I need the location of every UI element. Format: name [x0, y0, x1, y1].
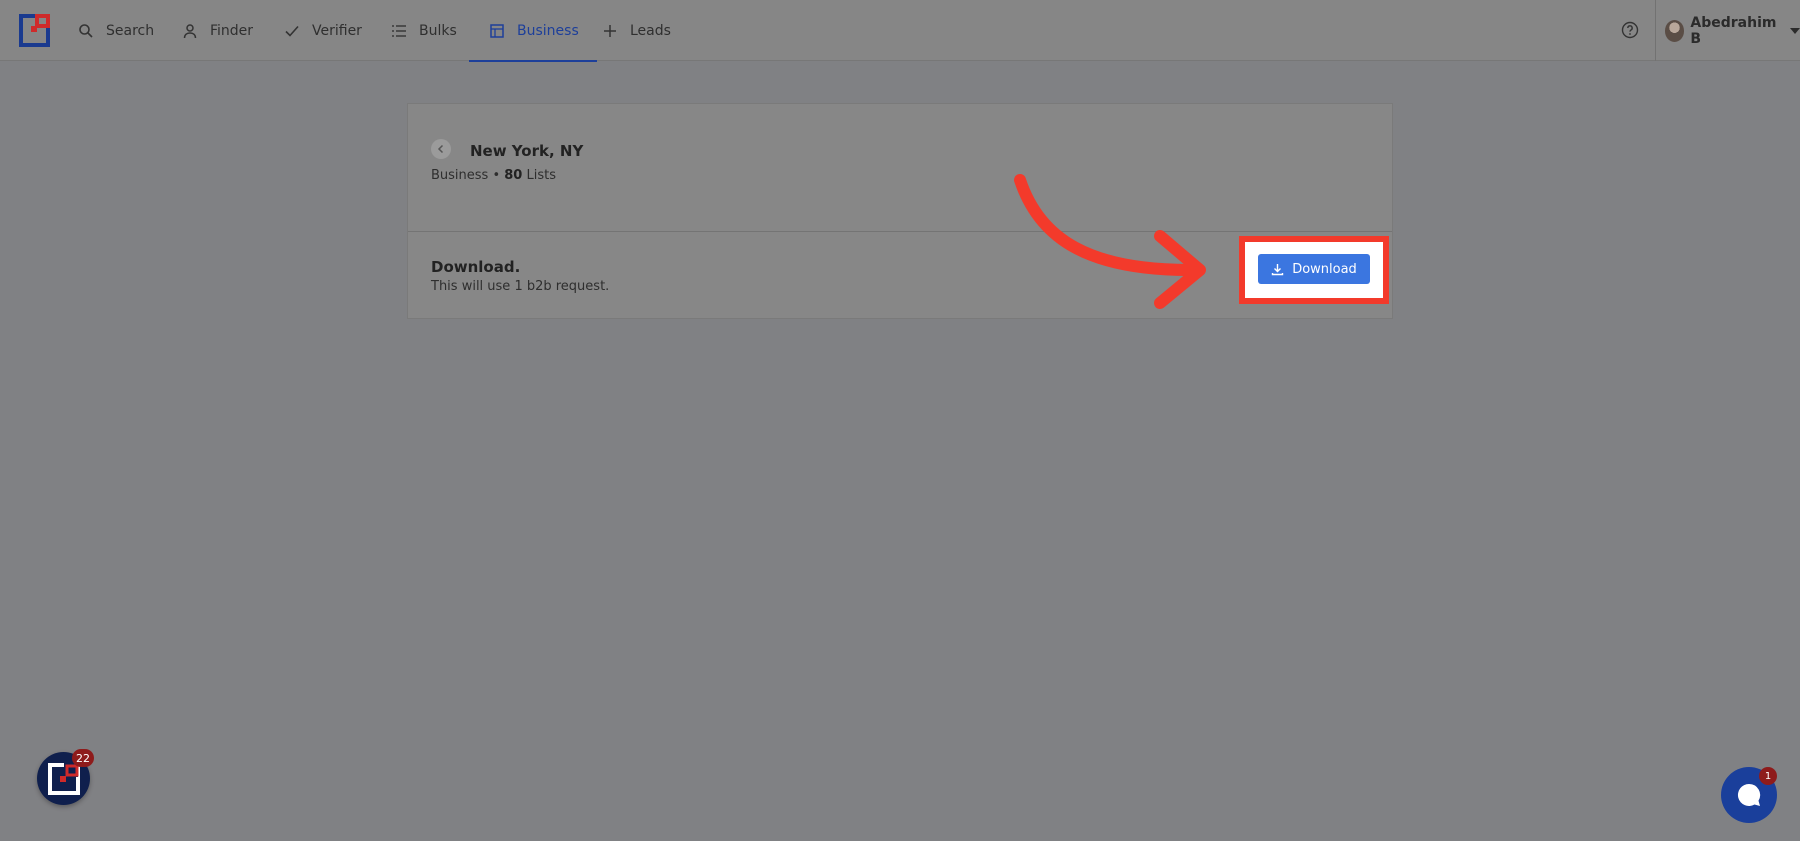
building-icon	[490, 23, 504, 38]
summary-prefix: Business •	[431, 168, 505, 183]
check-icon	[285, 25, 299, 37]
nav-search[interactable]: Search	[78, 0, 154, 61]
chat-bubble-icon	[1737, 783, 1761, 806]
nav-bulks-label: Bulks	[419, 22, 457, 39]
user-menu[interactable]: Abedrahim B	[1665, 0, 1800, 61]
person-icon	[183, 23, 197, 38]
nav-business-label: Business	[517, 22, 579, 39]
chevron-down-icon	[1790, 27, 1800, 34]
nav-finder[interactable]: Finder	[182, 0, 253, 61]
nav-verifier-label: Verifier	[312, 22, 362, 39]
annotation-arrow-icon	[1014, 174, 1206, 309]
nav-bulks[interactable]: Bulks	[391, 0, 457, 61]
avatar	[1665, 19, 1685, 42]
navbar-divider	[1655, 0, 1656, 61]
chat-badge: 1	[1759, 767, 1777, 785]
back-button[interactable]	[431, 139, 451, 159]
download-title: Download.	[431, 258, 521, 276]
top-navbar: Search Finder Verifier Bulks Business Le…	[0, 0, 1800, 62]
page-title: New York, NY	[470, 142, 584, 160]
summary-suffix: Lists	[522, 168, 556, 183]
chevron-left-icon	[437, 144, 444, 154]
nav-leads-label: Leads	[630, 22, 671, 39]
notification-badge: 22	[72, 749, 94, 767]
plus-icon	[604, 24, 616, 37]
app-logo-icon	[47, 762, 80, 795]
download-note: This will use 1 b2b request.	[431, 279, 610, 294]
list-summary: Business • 80 Lists	[431, 168, 556, 183]
search-icon	[79, 23, 93, 38]
help-icon[interactable]	[1620, 20, 1640, 40]
nav-leads[interactable]: Leads	[602, 0, 671, 61]
app-logo[interactable]	[19, 14, 50, 47]
list-icon	[392, 24, 406, 37]
download-button-label: Download	[1292, 261, 1357, 277]
nav-verifier[interactable]: Verifier	[284, 0, 362, 61]
nav-search-label: Search	[106, 22, 155, 39]
download-icon	[1271, 263, 1284, 275]
user-name: Abedrahim B	[1690, 14, 1777, 47]
nav-business[interactable]: Business	[469, 0, 597, 62]
list-count: 80	[504, 168, 523, 183]
download-button[interactable]: Download	[1258, 254, 1370, 284]
nav-finder-label: Finder	[210, 22, 254, 39]
